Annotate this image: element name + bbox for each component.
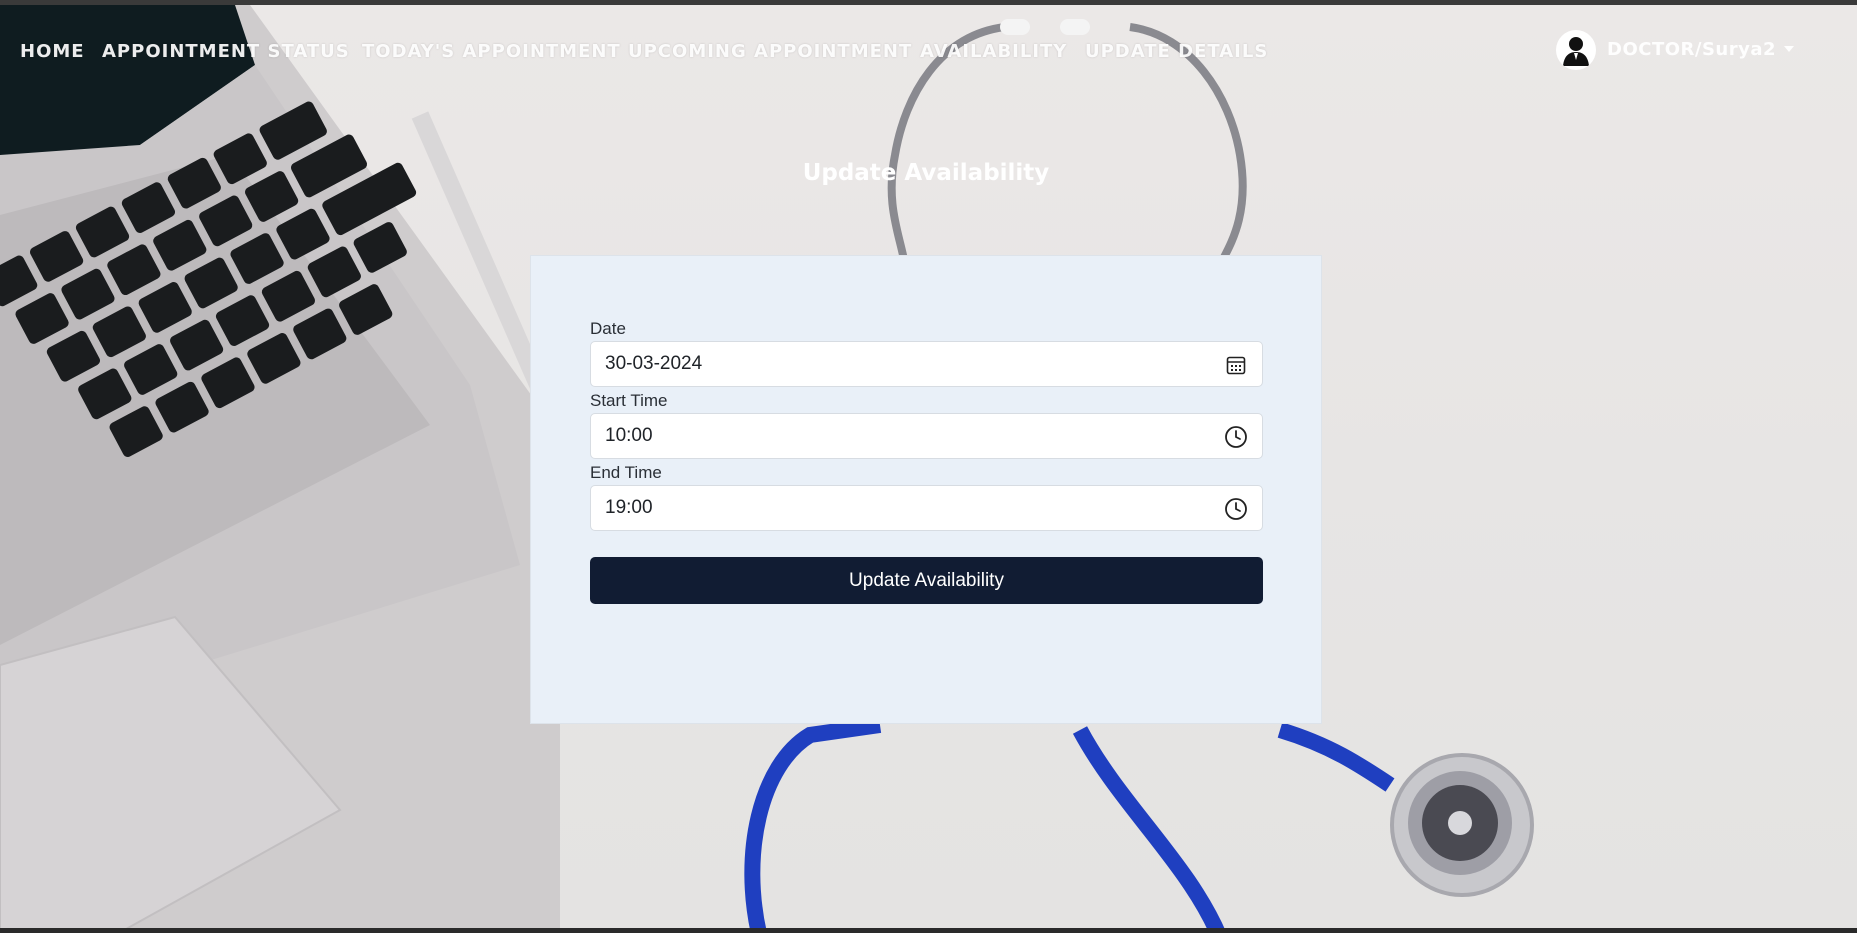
start-time-label: Start Time: [590, 391, 668, 410]
nav-appointment-status[interactable]: APPOINTMENT STATUS: [102, 41, 350, 62]
nav-todays-appointment[interactable]: TODAY'S APPOINTMENT: [362, 41, 621, 62]
date-field[interactable]: [590, 341, 1263, 387]
chevron-down-icon: [1784, 46, 1794, 52]
date-label: Date: [590, 319, 626, 338]
date-input[interactable]: [605, 342, 1205, 386]
clock-icon[interactable]: [1224, 497, 1248, 521]
window-bottom-edge: [0, 928, 1857, 933]
update-availability-button[interactable]: Update Availability: [590, 557, 1263, 604]
nav-update-details[interactable]: UPDATE DETAILS: [1085, 41, 1268, 62]
availability-form-card: Date Start Time End Time: [530, 255, 1322, 724]
end-time-field[interactable]: [590, 485, 1263, 531]
end-time-label: End Time: [590, 463, 662, 482]
page-title: Update Availability: [802, 160, 1050, 186]
start-time-input[interactable]: [605, 414, 1205, 458]
start-time-field[interactable]: [590, 413, 1263, 459]
end-time-input[interactable]: [605, 486, 1205, 530]
nav-home[interactable]: HOME: [20, 41, 85, 62]
calendar-icon[interactable]: [1224, 353, 1248, 377]
clock-icon[interactable]: [1224, 425, 1248, 449]
user-name: DOCTOR/Surya2: [1607, 39, 1777, 60]
nav-upcoming-appointment[interactable]: UPCOMING APPOINTMENT: [628, 41, 912, 62]
user-avatar-icon: [1556, 30, 1596, 70]
nav-availability[interactable]: AVAILABILITY: [920, 41, 1067, 62]
